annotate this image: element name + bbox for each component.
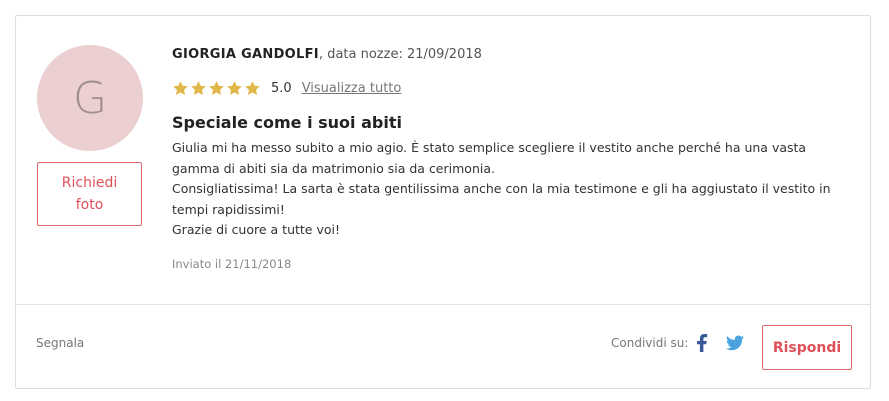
sent-date: Inviato il 21/11/2018 [172, 257, 292, 271]
avatar: G [37, 45, 143, 151]
star-icon [245, 80, 260, 95]
review-card: G Richiedi foto GIORGIA GANDOLFI, data n… [15, 15, 871, 389]
view-all-link[interactable]: Visualizza tutto [302, 81, 402, 96]
request-photo-label: Richiedi foto [61, 175, 118, 213]
star-icon [191, 80, 206, 95]
wedding-date: , data nozze: 21/09/2018 [318, 47, 482, 62]
share-label: Condividi su: [611, 336, 689, 350]
author-name: GIORGIA GANDOLFI [172, 47, 319, 62]
rating-stars [172, 80, 261, 97]
star-icon [209, 80, 224, 95]
divider [16, 304, 870, 305]
review-title: Speciale come i suoi abiti [172, 113, 402, 132]
review-paragraph: Consigliatissima! La sarta è stata genti… [172, 181, 831, 217]
review-paragraph: Grazie di cuore a tutte voi! [172, 222, 340, 237]
review-paragraph: Giulia mi ha messo subito a mio agio. È … [172, 140, 807, 176]
request-photo-button[interactable]: Richiedi foto [37, 162, 142, 226]
twitter-icon[interactable] [726, 335, 744, 351]
star-icon [227, 80, 242, 95]
rating-score: 5.0 [271, 80, 292, 96]
rating-row: 5.0 Visualizza tutto [172, 78, 401, 98]
facebook-icon[interactable] [697, 334, 709, 352]
star-icon [173, 80, 188, 95]
review-header: GIORGIA GANDOLFI, data nozze: 21/09/2018 [172, 47, 482, 62]
avatar-initial: G [72, 72, 108, 124]
reply-button[interactable]: Rispondi [762, 325, 852, 370]
report-link[interactable]: Segnala [36, 336, 84, 350]
review-body: Giulia mi ha messo subito a mio agio. È … [172, 138, 852, 241]
